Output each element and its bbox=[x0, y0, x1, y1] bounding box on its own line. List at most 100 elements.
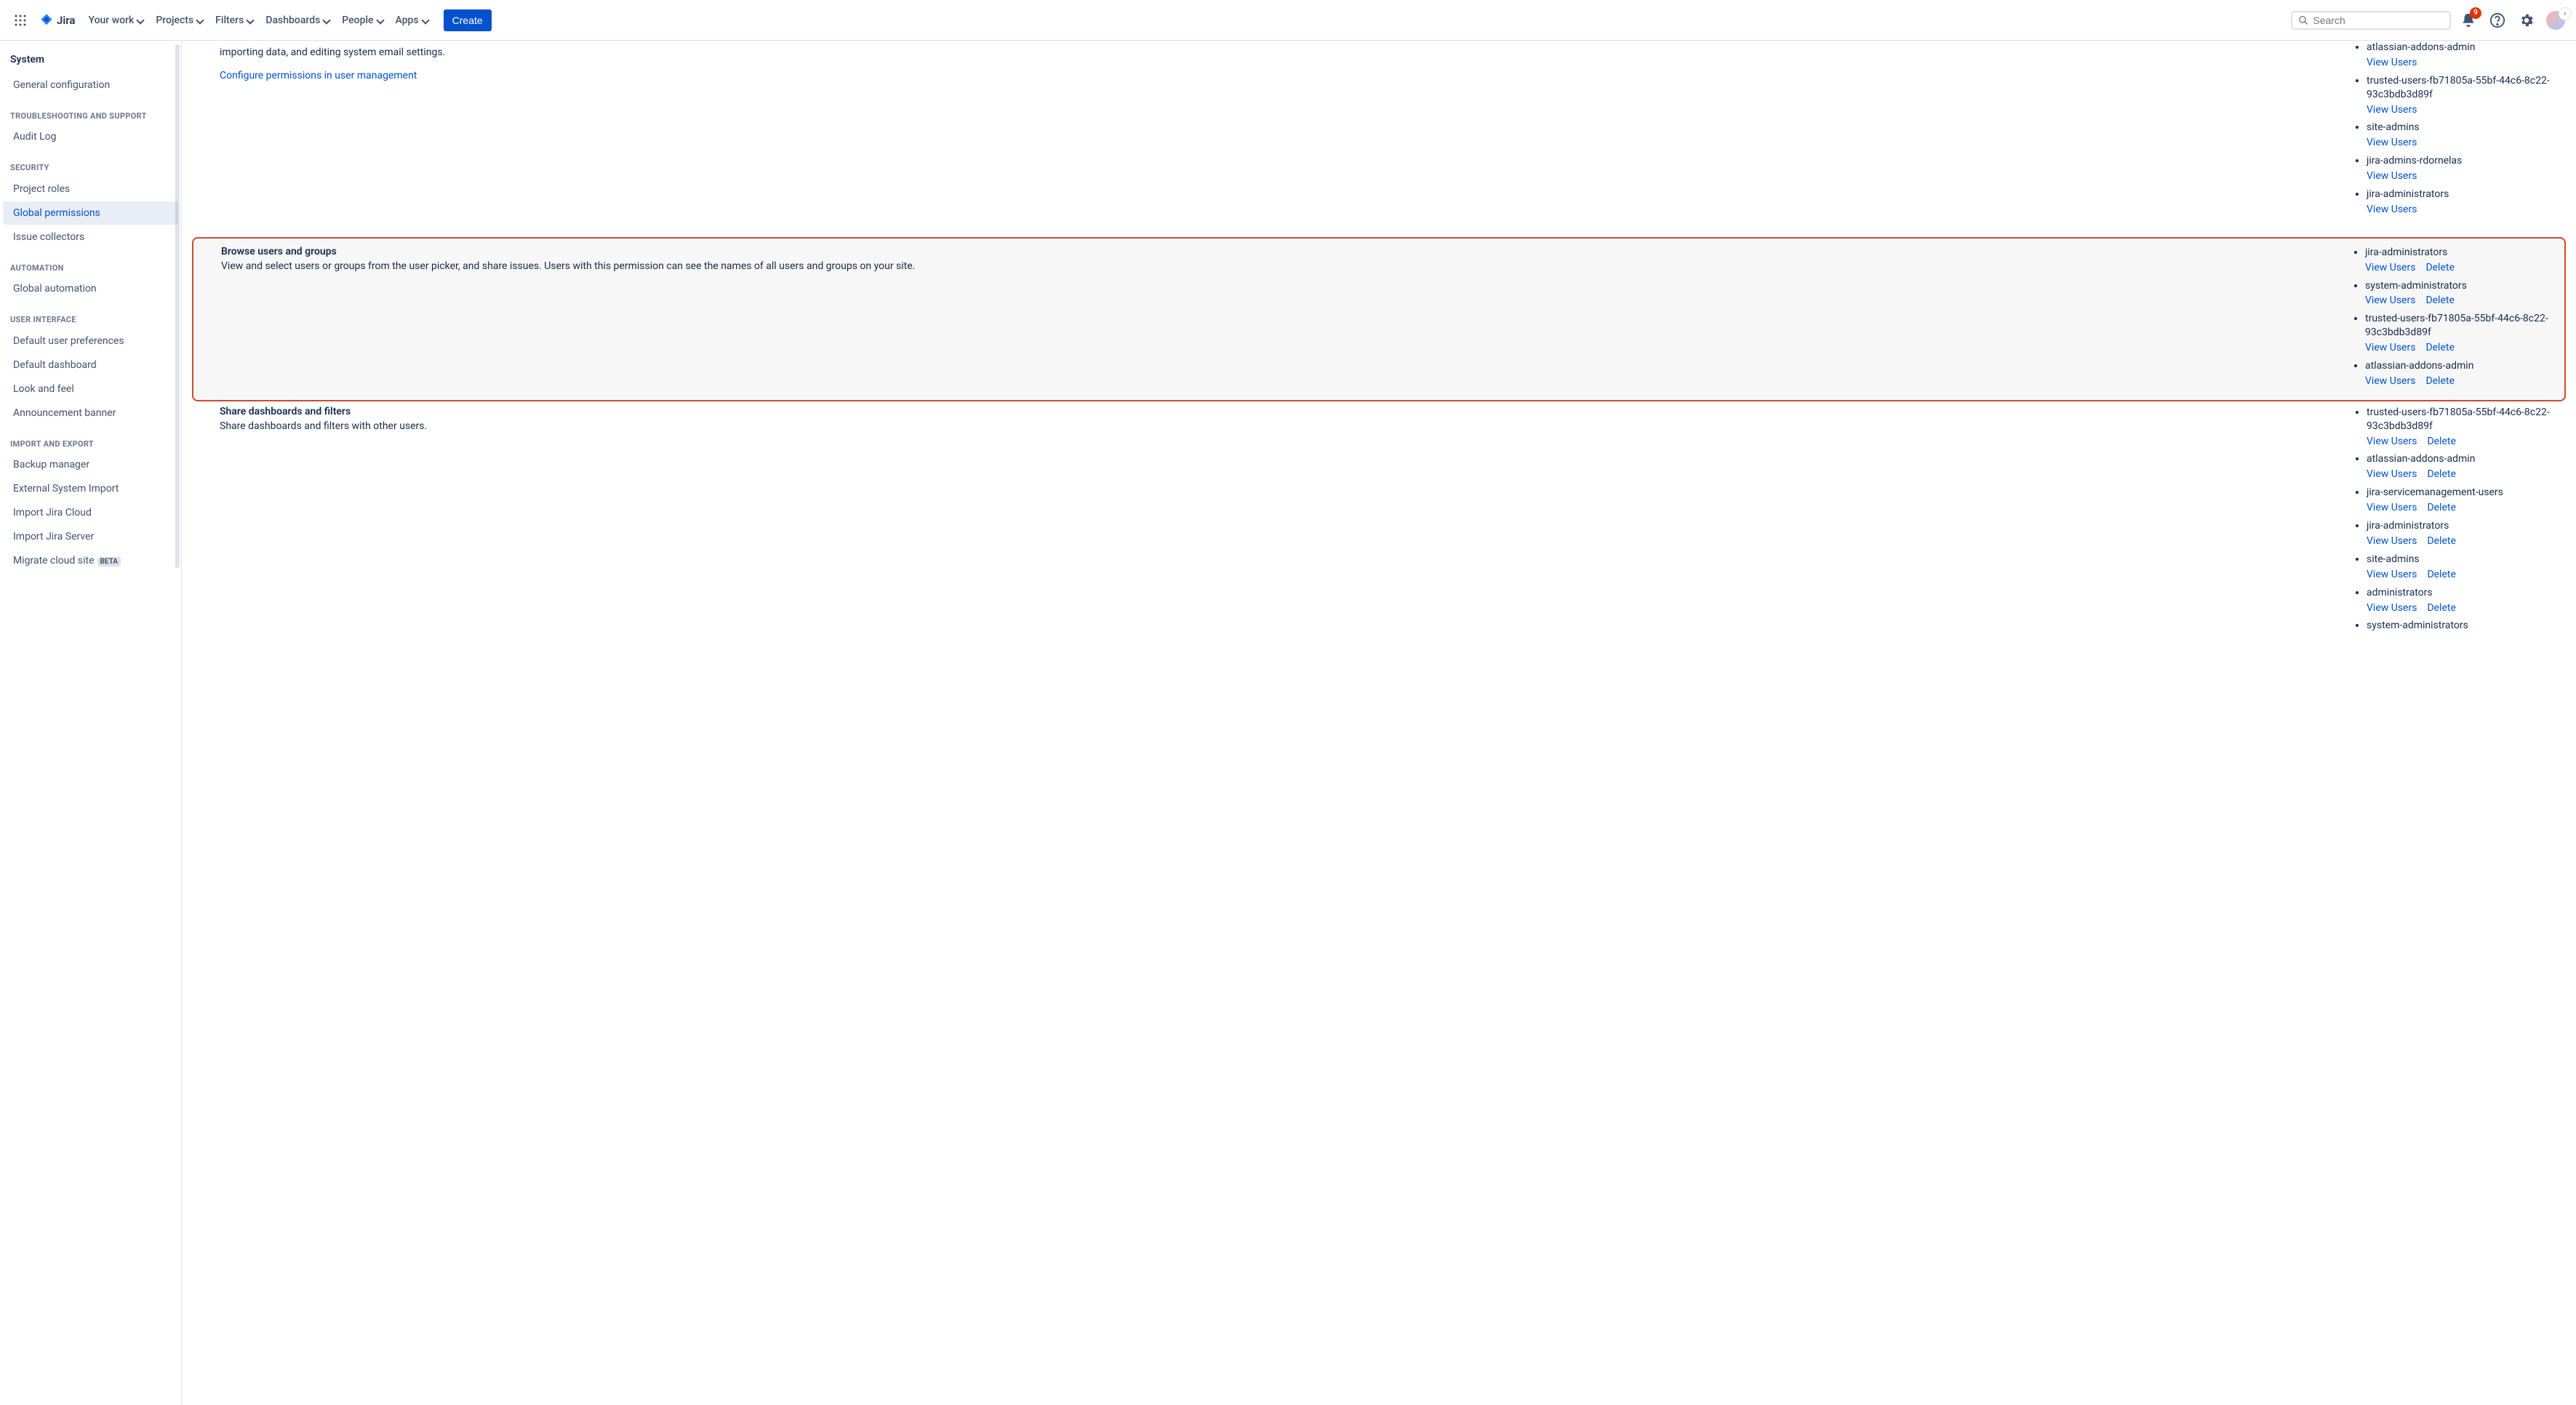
view-users-link[interactable]: View Users bbox=[2367, 436, 2417, 447]
search-box[interactable] bbox=[2291, 11, 2451, 30]
view-users-link[interactable]: View Users bbox=[2367, 204, 2417, 215]
sidebar-item-global-permissions[interactable]: Global permissions bbox=[3, 201, 178, 225]
delete-link[interactable]: Delete bbox=[2425, 342, 2454, 353]
delete-link[interactable]: Delete bbox=[2425, 295, 2454, 306]
sidebar-item-label: General configuration bbox=[13, 79, 110, 91]
sidebar-item-migrate-cloud-site[interactable]: Migrate cloud siteBETA bbox=[3, 549, 178, 572]
nav-item-label: Apps bbox=[396, 15, 419, 26]
delete-link[interactable]: Delete bbox=[2427, 535, 2455, 547]
sidebar-item-default-dashboard[interactable]: Default dashboard bbox=[3, 353, 178, 377]
sidebar-item-backup-manager[interactable]: Backup manager bbox=[3, 453, 178, 476]
help-icon[interactable] bbox=[2486, 9, 2509, 32]
group-name: atlassian-addons-admin bbox=[2367, 41, 2564, 55]
nav-item-your-work[interactable]: Your work bbox=[82, 10, 150, 31]
delete-link[interactable]: Delete bbox=[2425, 262, 2454, 273]
group-actions: View Users Delete bbox=[2365, 294, 2563, 308]
sidebar-item-general-configuration[interactable]: General configuration bbox=[3, 73, 178, 97]
sidebar-item-external-system-import[interactable]: External System Import bbox=[3, 477, 178, 500]
group-name: trusted-users-fb71805a-55bf-44c6-8c22-93… bbox=[2365, 312, 2563, 340]
nav-item-people[interactable]: People bbox=[336, 10, 389, 31]
sidebar-item-look-and-feel[interactable]: Look and feel bbox=[3, 377, 178, 401]
sidebar-item-announcement-banner[interactable]: Announcement banner bbox=[3, 401, 178, 425]
group-actions: View Users Delete bbox=[2365, 261, 2563, 275]
permission-description: importing data, and editing system email… bbox=[220, 41, 2336, 60]
sidebar-title: System bbox=[0, 41, 181, 73]
view-users-link[interactable]: View Users bbox=[2367, 535, 2417, 547]
delete-link[interactable]: Delete bbox=[2427, 602, 2455, 614]
sidebar-item-label: Default user preferences bbox=[13, 335, 124, 347]
permission-row: Browse users and groupsView and select u… bbox=[192, 237, 2566, 401]
group-actions: View Users bbox=[2367, 136, 2564, 150]
sidebar-item-global-automation[interactable]: Global automation bbox=[3, 277, 178, 300]
profile-avatar[interactable]: ‹ bbox=[2544, 9, 2567, 32]
sidebar-item-label: Migrate cloud site bbox=[13, 555, 95, 567]
delete-link[interactable]: Delete bbox=[2425, 375, 2454, 387]
permission-row: Share dashboards and filtersShare dashbo… bbox=[182, 406, 2576, 646]
view-users-link[interactable]: View Users bbox=[2367, 57, 2417, 68]
view-users-link[interactable]: View Users bbox=[2365, 375, 2415, 387]
chevron-down-icon bbox=[377, 17, 384, 24]
sidebar-item-label: Backup manager bbox=[13, 459, 89, 471]
sidebar-item-import-jira-cloud[interactable]: Import Jira Cloud bbox=[3, 501, 178, 524]
nav-item-label: Your work bbox=[88, 15, 134, 26]
top-nav: Jira Your work ProjectsFiltersDashboardsP… bbox=[0, 0, 2576, 41]
group-name: trusted-users-fb71805a-55bf-44c6-8c22-93… bbox=[2367, 74, 2564, 102]
view-users-link[interactable]: View Users bbox=[2365, 342, 2415, 353]
group-name: system-administrators bbox=[2367, 619, 2564, 633]
delete-link[interactable]: Delete bbox=[2427, 468, 2455, 480]
app-switcher-icon[interactable] bbox=[9, 9, 32, 32]
sidebar-scrollbar[interactable] bbox=[175, 41, 181, 1405]
group-item: jira-administrators View Users bbox=[2367, 188, 2564, 217]
group-name: jira-administrators bbox=[2367, 519, 2564, 533]
delete-link[interactable]: Delete bbox=[2427, 502, 2455, 513]
search-input[interactable] bbox=[2313, 15, 2444, 26]
sidebar-item-import-jira-server[interactable]: Import Jira Server bbox=[3, 525, 178, 548]
group-name: site-admins bbox=[2367, 553, 2564, 567]
view-users-link[interactable]: View Users bbox=[2365, 262, 2415, 273]
group-name: atlassian-addons-admin bbox=[2367, 452, 2564, 466]
view-users-link[interactable]: View Users bbox=[2365, 295, 2415, 306]
nav-item-apps[interactable]: Apps bbox=[390, 10, 435, 31]
group-actions: View Users Delete bbox=[2367, 535, 2564, 548]
permission-description: Share dashboards and filters with other … bbox=[220, 419, 2336, 433]
sidebar-item-label: Announcement banner bbox=[13, 407, 116, 419]
sidebar-item-label: Audit Log bbox=[13, 131, 57, 143]
view-users-link[interactable]: View Users bbox=[2367, 502, 2417, 513]
notifications-icon[interactable]: 9 bbox=[2457, 9, 2480, 32]
sidebar-item-issue-collectors[interactable]: Issue collectors bbox=[3, 225, 178, 249]
view-users-link[interactable]: View Users bbox=[2367, 468, 2417, 480]
view-users-link[interactable]: View Users bbox=[2367, 137, 2417, 148]
view-users-link[interactable]: View Users bbox=[2367, 170, 2417, 182]
settings-icon[interactable] bbox=[2515, 9, 2538, 32]
sidebar-item-default-user-preferences[interactable]: Default user preferences bbox=[3, 329, 178, 353]
group-list: trusted-users-fb71805a-55bf-44c6-8c22-93… bbox=[2353, 406, 2564, 633]
group-actions: View Users Delete bbox=[2367, 468, 2564, 481]
view-users-link[interactable]: View Users bbox=[2367, 104, 2417, 116]
content-area: importing data, and editing system email… bbox=[182, 41, 2576, 1405]
nav-item-filters[interactable]: Filters bbox=[209, 10, 260, 31]
chevron-down-icon bbox=[196, 17, 204, 24]
jira-logo[interactable]: Jira bbox=[35, 13, 79, 28]
group-item: atlassian-addons-admin View Users Delete bbox=[2367, 452, 2564, 481]
sidebar-item-label: Project roles bbox=[13, 183, 70, 195]
nav-item-projects[interactable]: Projects bbox=[150, 10, 209, 31]
sidebar-item-audit-log[interactable]: Audit Log bbox=[3, 125, 178, 148]
group-item: system-administratorsView UsersDelete bbox=[2365, 279, 2563, 308]
view-users-link[interactable]: View Users bbox=[2367, 569, 2417, 580]
sidebar-item-project-roles[interactable]: Project roles bbox=[3, 177, 178, 201]
group-actions: View Users bbox=[2367, 56, 2564, 70]
permission-groups-col: trusted-users-fb71805a-55bf-44c6-8c22-93… bbox=[2353, 406, 2564, 634]
nav-item-dashboards[interactable]: Dashboards bbox=[260, 10, 336, 31]
group-name: administrators bbox=[2367, 586, 2564, 600]
group-name: jira-administrators bbox=[2367, 188, 2564, 201]
view-users-link[interactable]: View Users bbox=[2367, 602, 2417, 614]
group-name: jira-admins-rdornelas bbox=[2367, 154, 2564, 168]
group-name: site-admins bbox=[2367, 121, 2564, 135]
create-button[interactable]: Create bbox=[444, 9, 492, 31]
sidebar-section-header: AUTOMATION bbox=[0, 249, 181, 276]
delete-link[interactable]: Delete bbox=[2427, 569, 2455, 580]
configure-permissions-link[interactable]: Configure permissions in user management bbox=[220, 70, 417, 81]
beta-badge: BETA bbox=[97, 557, 121, 567]
delete-link[interactable]: Delete bbox=[2427, 436, 2455, 447]
group-item: site-admins View Users Delete bbox=[2367, 553, 2564, 582]
